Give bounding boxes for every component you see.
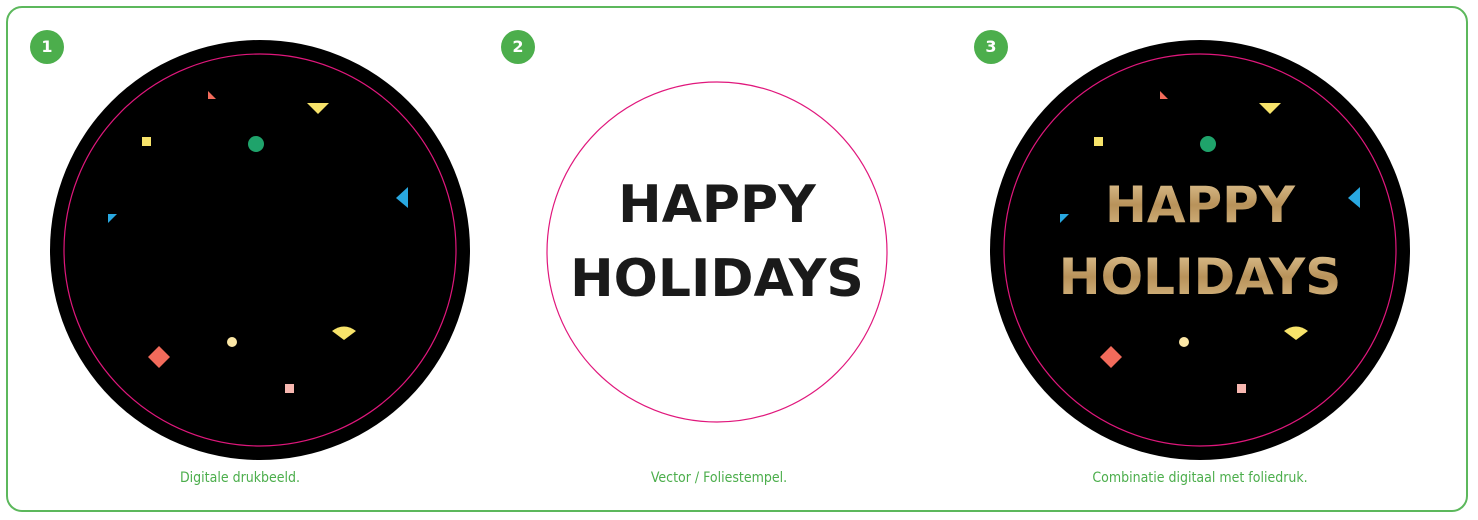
confetti-square-yellow	[1094, 137, 1103, 146]
confetti-dot-cream	[1179, 337, 1189, 347]
confetti-square-pink	[285, 384, 294, 393]
headline-line-2: HOLIDAYS	[570, 249, 864, 309]
foil-headline-line-1: HAPPY	[1105, 176, 1296, 234]
foil-headline-line-2: HOLIDAYS	[1059, 248, 1341, 306]
panel-digital: 1 Digitale drukbeeld.	[0, 0, 480, 520]
caption-combination: Combinatie digitaal met foliedruk.	[1092, 470, 1308, 486]
label-combination-artwork: HAPPY HOLIDAYS	[990, 40, 1410, 460]
confetti-square-pink	[1237, 384, 1246, 393]
panel-combination: 3 HAPPY HOLIDAYS Combinatie digitaal met…	[960, 0, 1440, 520]
confetti-square-yellow	[142, 137, 151, 146]
label-vector-artwork: HAPPY HOLIDAYS	[546, 81, 888, 423]
label-digital-artwork	[50, 40, 470, 460]
confetti-dot-green	[248, 136, 264, 152]
confetti-dot-cream	[227, 337, 237, 347]
caption-vector: Vector / Foliestempel.	[650, 470, 788, 486]
step-badge-2: 2	[501, 30, 535, 64]
label-black-disc	[50, 40, 470, 460]
caption-digital: Digitale drukbeeld.	[179, 470, 301, 486]
panel-vector: 2 HAPPY HOLIDAYS Vector / Foliestempel.	[489, 0, 969, 520]
headline-line-1: HAPPY	[618, 175, 817, 235]
confetti-dot-green	[1200, 136, 1216, 152]
